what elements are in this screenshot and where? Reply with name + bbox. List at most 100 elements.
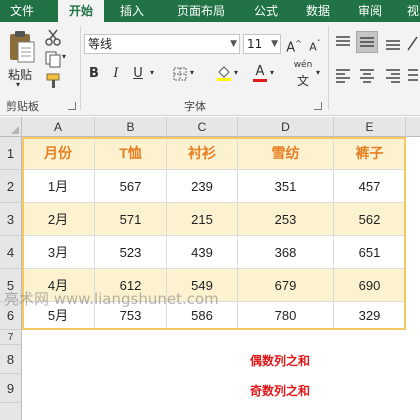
cell-a2[interactable]: 1月 xyxy=(22,170,95,203)
cell-e4[interactable]: 651 xyxy=(334,236,406,269)
phonetic-glyph: wén xyxy=(293,60,313,70)
column-header-c[interactable]: C xyxy=(167,117,238,137)
select-all-corner[interactable] xyxy=(0,117,22,137)
align-top-icon[interactable] xyxy=(334,34,352,52)
cell-c1[interactable]: 衬衫 xyxy=(167,137,238,170)
font-launcher-icon[interactable] xyxy=(314,102,322,110)
tab-formulas[interactable]: 公式 xyxy=(246,0,286,22)
cell-d4[interactable]: 368 xyxy=(238,236,334,269)
align-bottom-icon[interactable] xyxy=(384,34,402,52)
column-header-d[interactable]: D xyxy=(238,117,334,137)
bold-button[interactable]: B xyxy=(84,64,104,84)
align-middle-button[interactable] xyxy=(356,31,378,53)
chevron-down-icon: ▾ xyxy=(16,80,21,89)
orientation-icon[interactable] xyxy=(406,34,418,52)
fill-color-button[interactable] xyxy=(214,64,234,84)
row-header-2[interactable]: 2 xyxy=(0,170,22,203)
ribbon-tab-bar: 文件 开始 插入 页面布局 公式 数据 审阅 视 xyxy=(0,0,420,22)
tab-home[interactable]: 开始 xyxy=(58,0,104,22)
cell-e5[interactable]: 690 xyxy=(334,269,406,302)
cell-c4[interactable]: 439 xyxy=(167,236,238,269)
paste-icon xyxy=(10,31,35,63)
format-painter-icon[interactable] xyxy=(44,72,62,90)
align-right-icon[interactable] xyxy=(384,66,402,84)
align-left-icon[interactable] xyxy=(334,66,352,84)
chevron-down-icon: ▼ xyxy=(230,39,237,49)
row-header-9[interactable]: 9 xyxy=(0,374,22,403)
cell-b2[interactable]: 567 xyxy=(95,170,167,203)
row-header-4[interactable]: 4 xyxy=(0,236,22,269)
borders-button[interactable] xyxy=(170,64,190,84)
row-header-8[interactable]: 8 xyxy=(0,345,22,374)
cell-c2[interactable]: 239 xyxy=(167,170,238,203)
tab-insert[interactable]: 插入 xyxy=(112,0,152,22)
watermark: 亮术网 www.liangshunet.com xyxy=(4,290,219,308)
phonetic-char-icon: 文 xyxy=(296,74,309,88)
grow-font-button[interactable]: A^ xyxy=(284,34,304,56)
italic-button[interactable]: I xyxy=(106,64,126,84)
borders-dropdown-icon[interactable]: ▾ xyxy=(190,68,194,77)
clipboard-launcher-icon[interactable] xyxy=(68,102,76,110)
cell-e3[interactable]: 562 xyxy=(334,203,406,236)
cell-c3[interactable]: 215 xyxy=(167,203,238,236)
tab-file[interactable]: 文件 xyxy=(0,0,44,22)
underline-button[interactable]: U xyxy=(128,64,148,84)
group-divider xyxy=(80,26,81,110)
font-name-value: 等线 xyxy=(88,37,113,51)
tab-view[interactable]: 视 xyxy=(402,0,420,22)
shrink-font-button[interactable]: Aˇ xyxy=(305,34,325,54)
cut-icon[interactable] xyxy=(44,28,62,46)
column-header-f[interactable] xyxy=(406,117,420,137)
cell-a1[interactable]: 月份 xyxy=(22,137,95,170)
grow-font-glyph: A xyxy=(286,40,296,56)
excel-window: 文件 开始 插入 页面布局 公式 数据 审阅 视 粘贴 ▾ ▾ 剪贴板 等线 ▼… xyxy=(0,0,420,420)
align-middle-icon xyxy=(360,37,374,47)
cell-b4[interactable]: 523 xyxy=(95,236,167,269)
cell-d3[interactable]: 253 xyxy=(238,203,334,236)
align-center-icon[interactable] xyxy=(358,66,376,84)
font-color-button[interactable]: A xyxy=(250,62,270,82)
cell-a4[interactable]: 3月 xyxy=(22,236,95,269)
row-header-1[interactable]: 1 xyxy=(0,137,22,170)
cell-b1[interactable]: T恤 xyxy=(95,137,167,170)
font-color-dropdown-icon[interactable]: ▾ xyxy=(270,68,274,77)
row-header-10[interactable] xyxy=(0,403,22,420)
odd-columns-sum-label[interactable]: 奇数列之和 xyxy=(250,382,310,399)
column-header-a[interactable]: A xyxy=(22,117,95,137)
font-size-value: 11 xyxy=(247,37,263,51)
column-header-b[interactable]: B xyxy=(95,117,167,137)
borders-icon xyxy=(173,67,187,81)
indent-icon[interactable] xyxy=(406,66,418,84)
shrink-font-glyph: A xyxy=(309,40,317,54)
cell-a3[interactable]: 2月 xyxy=(22,203,95,236)
cell-b3[interactable]: 571 xyxy=(95,203,167,236)
tab-review[interactable]: 审阅 xyxy=(350,0,390,22)
fill-color-dropdown-icon[interactable]: ▾ xyxy=(234,68,238,77)
cell-d2[interactable]: 351 xyxy=(238,170,334,203)
group-divider xyxy=(328,26,329,110)
cell-d5[interactable]: 679 xyxy=(238,269,334,302)
cell-d6[interactable]: 780 xyxy=(238,302,334,330)
phonetic-button[interactable]: wén 文 xyxy=(290,60,316,88)
font-color-swatch xyxy=(253,79,267,82)
paste-button[interactable]: 粘贴 ▾ xyxy=(4,26,38,89)
cell-e6[interactable]: 329 xyxy=(334,302,406,330)
underline-dropdown-icon[interactable]: ▾ xyxy=(150,68,154,77)
tab-data[interactable]: 数据 xyxy=(298,0,338,22)
font-size-select[interactable]: 11 ▼ xyxy=(243,34,281,54)
copy-dropdown-icon[interactable]: ▾ xyxy=(62,52,66,61)
row-header-3[interactable]: 3 xyxy=(0,203,22,236)
cell-e1[interactable]: 裤子 xyxy=(334,137,406,170)
tab-page-layout[interactable]: 页面布局 xyxy=(168,0,234,22)
cell-d1[interactable]: 雪纺 xyxy=(238,137,334,170)
font-name-select[interactable]: 等线 ▼ xyxy=(84,34,240,54)
column-header-e[interactable]: E xyxy=(334,117,406,137)
copy-icon[interactable] xyxy=(44,50,62,68)
font-group-label: 字体 xyxy=(184,100,206,113)
phonetic-dropdown-icon[interactable]: ▾ xyxy=(316,68,320,77)
row-header-7[interactable]: 7 xyxy=(0,330,22,345)
worksheet-grid[interactable]: A B C D E 1 2 3 4 5 6 7 8 9 月份 T恤 衬衫 雪纺 裤子 1月… xyxy=(0,117,420,420)
clipboard-group-label: 剪贴板 xyxy=(6,100,39,113)
even-columns-sum-label[interactable]: 偶数列之和 xyxy=(250,352,310,369)
cell-e2[interactable]: 457 xyxy=(334,170,406,203)
